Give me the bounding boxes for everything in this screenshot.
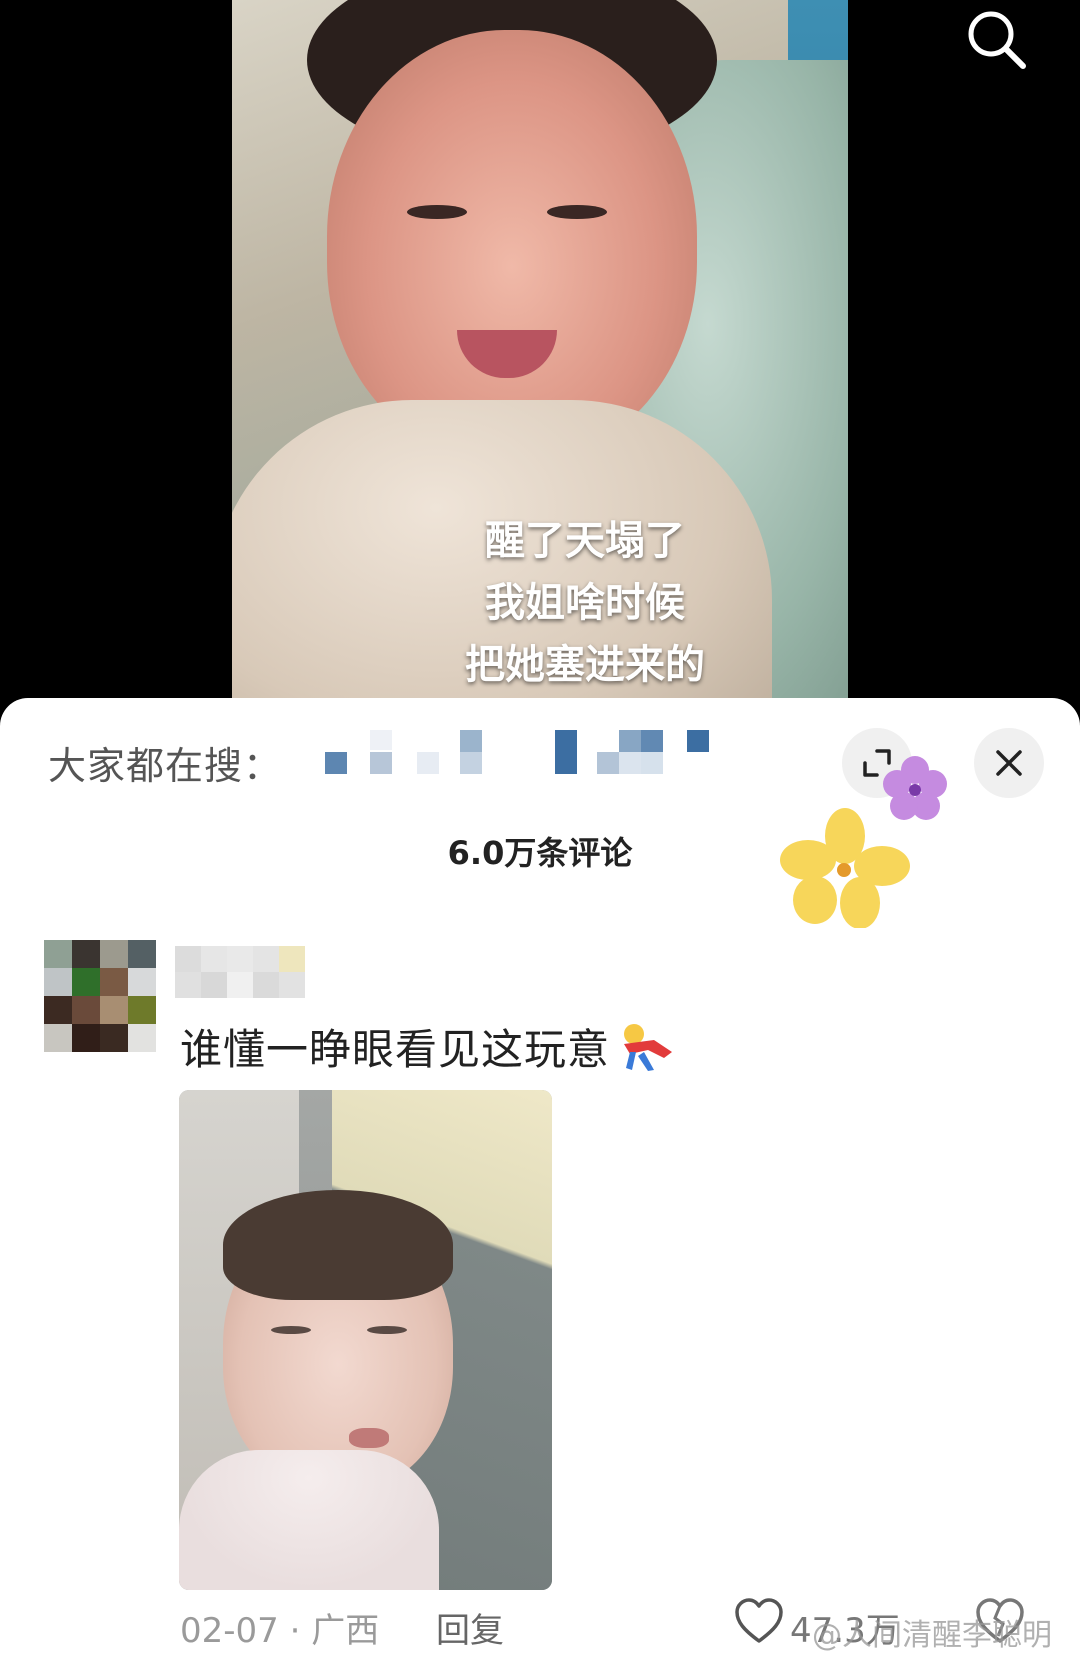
comment-text: 谁懂一睁眼看见这玩意	[180, 1016, 676, 1077]
username-pixelated[interactable]	[175, 946, 305, 998]
video-player[interactable]: 醒了天塌了 我姐啥时候 把她塞进来的	[232, 0, 848, 720]
comment-body: 谁懂一睁眼看见这玩意	[180, 1025, 611, 1074]
video-baby-eye	[547, 205, 607, 219]
comment-sheet: 大家都在搜： 6.0万条评论 谁懂一睁眼看见这玩意 02-07 · 广西 回复 …	[0, 698, 1080, 1664]
photo-baby-hair	[223, 1190, 453, 1300]
falling-figure-emoji	[624, 1023, 673, 1071]
trending-search-label: 大家都在搜：	[48, 743, 283, 788]
heart-icon[interactable]	[734, 1598, 784, 1644]
trending-search-row[interactable]: 大家都在搜：	[48, 738, 282, 788]
caption-line-2: 我姐啥时候	[485, 580, 685, 626]
close-icon	[996, 750, 1022, 776]
search-icon[interactable]	[965, 8, 1029, 72]
comment-date-location: 02-07 · 广西	[180, 1611, 380, 1651]
video-baby-face	[327, 30, 697, 460]
photo-baby-eye	[271, 1326, 311, 1334]
watermark: @人间清醒李聪明	[812, 1618, 1052, 1653]
caption-line-1: 醒了天塌了	[485, 518, 685, 564]
app-screen: 醒了天塌了 我姐啥时候 把她塞进来的 大家都在搜： 6.0万条评论 谁懂一睁眼看…	[0, 0, 1080, 1664]
video-baby-eye	[407, 205, 467, 219]
reply-button[interactable]: 回复	[436, 1603, 504, 1652]
trending-search-keywords-pixelated[interactable]	[325, 730, 745, 784]
comment-count: 6.0万条评论	[447, 834, 633, 872]
avatar[interactable]	[44, 940, 156, 1052]
video-caption: 醒了天塌了 我姐啥时候 把她塞进来的	[232, 510, 848, 696]
caption-line-3: 把她塞进来的	[465, 642, 705, 688]
yellow-flower-decoration	[780, 808, 910, 928]
photo-baby-clothes	[179, 1450, 439, 1590]
photo-baby-mouth	[349, 1428, 389, 1448]
photo-baby-eye	[367, 1326, 407, 1334]
close-button[interactable]	[974, 728, 1044, 798]
comment-image[interactable]	[179, 1090, 552, 1590]
